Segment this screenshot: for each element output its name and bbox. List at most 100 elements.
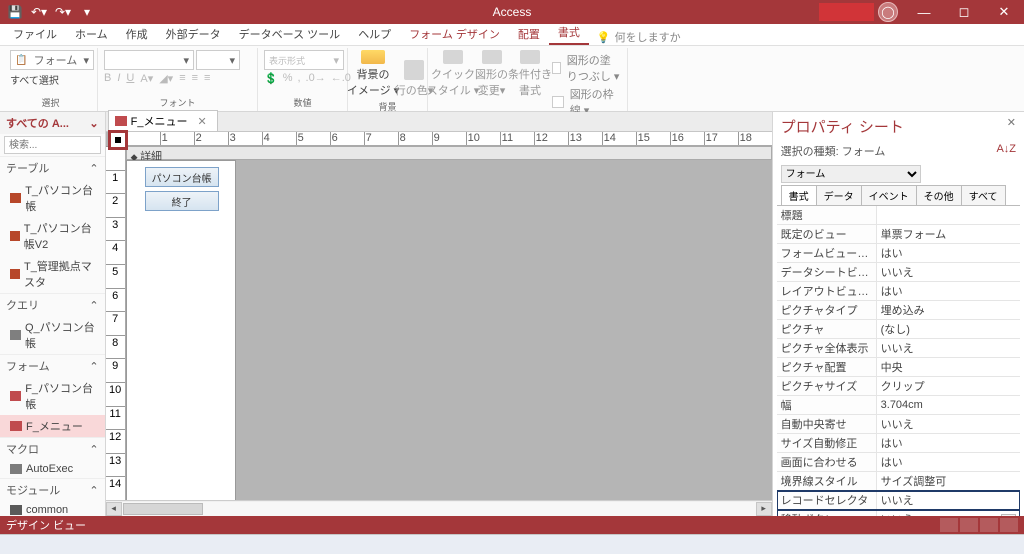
number-format-combo[interactable]: 表示形式▾	[264, 50, 344, 70]
fill-color-icon[interactable]: ◢▾	[159, 72, 173, 85]
property-value[interactable]: いいえ⌄	[877, 510, 1020, 516]
property-value[interactable]: いいえ	[877, 263, 1020, 281]
section-header-detail[interactable]: ◆ 詳細	[126, 146, 772, 160]
prop-tab-event[interactable]: イベント	[861, 185, 917, 205]
align-right-icon[interactable]: ≡	[204, 72, 210, 85]
view-design-icon[interactable]	[1000, 518, 1018, 532]
property-value[interactable]	[877, 206, 1020, 224]
form-button-ledger[interactable]: パソコン台帳	[145, 167, 219, 187]
scroll-thumb[interactable]	[123, 503, 203, 515]
tab-file[interactable]: ファイル	[4, 23, 66, 45]
nav-item-table[interactable]: T_パソコン台帳	[0, 179, 105, 217]
nav-item-form[interactable]: F_メニュー	[0, 415, 105, 437]
user-avatar-icon[interactable]: ◯	[878, 2, 898, 22]
view-layout-icon[interactable]	[980, 518, 998, 532]
minimize-button[interactable]: —	[904, 0, 944, 24]
property-row[interactable]: 画面に合わせるはい	[777, 453, 1020, 472]
horizontal-scrollbar[interactable]: ◂ ▸	[106, 500, 772, 516]
nav-item-table[interactable]: T_パソコン台帳V2	[0, 217, 105, 255]
background-image-button[interactable]: 背景の イメージ ▾	[354, 50, 392, 98]
object-selector-combo[interactable]: フォーム	[781, 165, 921, 183]
tellme-search[interactable]: 💡 何をしますか	[597, 29, 681, 45]
property-row[interactable]: レコードセレクタいいえ	[777, 491, 1020, 510]
font-color-icon[interactable]: A▾	[140, 72, 153, 85]
property-row[interactable]: ピクチャ(なし)	[777, 320, 1020, 339]
property-value[interactable]: いいえ	[877, 415, 1020, 433]
prop-tab-data[interactable]: データ	[816, 185, 862, 205]
property-row[interactable]: 標題	[777, 206, 1020, 225]
property-value[interactable]: サイズ調整可	[877, 472, 1020, 490]
percent-icon[interactable]: %	[283, 72, 293, 85]
shape-fill-button[interactable]: 図形の塗りつぶし ▾	[552, 51, 621, 85]
dropdown-icon[interactable]: ⌄	[1001, 514, 1016, 517]
property-value[interactable]: はい	[877, 453, 1020, 471]
nav-item-query[interactable]: Q_パソコン台帳	[0, 316, 105, 354]
form-button-exit[interactable]: 終了	[145, 191, 219, 211]
prop-tab-format[interactable]: 書式	[781, 185, 817, 205]
currency-icon[interactable]: 💲	[264, 72, 278, 85]
save-icon[interactable]: 💾	[4, 2, 26, 22]
undo-icon[interactable]: ↶▾	[28, 2, 50, 22]
redo-icon[interactable]: ↷▾	[52, 2, 74, 22]
nav-item-form[interactable]: F_パソコン台帳	[0, 377, 105, 415]
comma-icon[interactable]: ,	[297, 72, 300, 85]
tab-format[interactable]: 書式	[549, 21, 589, 45]
prop-tab-other[interactable]: その他	[916, 185, 962, 205]
qat-customize-icon[interactable]: ▾	[76, 2, 98, 22]
change-shape-button[interactable]: 図形の 変更▾	[475, 50, 508, 98]
property-row[interactable]: 既定のビュー単票フォーム	[777, 225, 1020, 244]
quick-styles-button[interactable]: クイック スタイル ▾	[434, 50, 472, 98]
property-value[interactable]: いいえ	[877, 491, 1020, 509]
property-row[interactable]: レイアウトビューの許可はい	[777, 282, 1020, 301]
property-row[interactable]: 自動中央寄せいいえ	[777, 415, 1020, 434]
font-family-combo[interactable]: ▾	[104, 50, 194, 70]
user-account-box[interactable]	[819, 3, 874, 21]
property-row[interactable]: ピクチャ配置中央	[777, 358, 1020, 377]
prop-tab-all[interactable]: すべて	[961, 185, 1006, 205]
close-button[interactable]: ✕	[984, 0, 1024, 24]
form-design-surface[interactable]: ◆ 詳細 パソコン台帳 終了	[126, 146, 772, 500]
property-row[interactable]: データシートビューの許可いいえ	[777, 263, 1020, 282]
tab-database-tools[interactable]: データベース ツール	[230, 23, 350, 45]
tab-arrange[interactable]: 配置	[509, 23, 549, 45]
tab-form-design[interactable]: フォーム デザイン	[400, 23, 509, 45]
property-row[interactable]: フォームビューの許可はい	[777, 244, 1020, 263]
property-value[interactable]: 3.704cm	[877, 396, 1020, 414]
close-panel-icon[interactable]: ✕	[1007, 116, 1016, 137]
select-all-button[interactable]: すべて選択	[10, 72, 59, 87]
nav-group-queries[interactable]: クエリ⌃	[0, 293, 105, 316]
property-row[interactable]: ピクチャサイズクリップ	[777, 377, 1020, 396]
nav-item-macro[interactable]: AutoExec	[0, 460, 105, 478]
nav-group-macros[interactable]: マクロ⌃	[0, 437, 105, 460]
property-row[interactable]: ピクチャタイプ埋め込み	[777, 301, 1020, 320]
nav-search-input[interactable]	[4, 136, 101, 154]
property-value[interactable]: はい	[877, 434, 1020, 452]
chevron-down-icon[interactable]: ⌄	[89, 117, 98, 130]
property-value[interactable]: 中央	[877, 358, 1020, 376]
property-value[interactable]: いいえ	[877, 339, 1020, 357]
view-datasheet-icon[interactable]	[960, 518, 978, 532]
font-size-combo[interactable]: ▾	[196, 50, 240, 70]
bold-icon[interactable]: B	[104, 72, 111, 85]
tab-external-data[interactable]: 外部データ	[157, 23, 230, 45]
scroll-left-icon[interactable]: ◂	[106, 502, 122, 516]
tab-home[interactable]: ホーム	[66, 23, 117, 45]
tab-create[interactable]: 作成	[117, 23, 157, 45]
maximize-button[interactable]: ◻	[944, 0, 984, 24]
nav-group-tables[interactable]: テーブル⌃	[0, 156, 105, 179]
underline-icon[interactable]: U	[126, 72, 134, 85]
nav-item-table[interactable]: T_管理拠点マスタ	[0, 255, 105, 293]
property-row[interactable]: 境界線スタイルサイズ調整可	[777, 472, 1020, 491]
form-selector[interactable]	[108, 130, 128, 150]
view-form-icon[interactable]	[940, 518, 958, 532]
nav-group-modules[interactable]: モジュール⌃	[0, 478, 105, 501]
property-row[interactable]: 移動ボタンいいえ⌄	[777, 510, 1020, 516]
property-value[interactable]: はい	[877, 244, 1020, 262]
property-value[interactable]: (なし)	[877, 320, 1020, 338]
property-value[interactable]: クリップ	[877, 377, 1020, 395]
close-tab-icon[interactable]: ✕	[197, 115, 206, 128]
property-row[interactable]: 幅3.704cm	[777, 396, 1020, 415]
property-value[interactable]: 埋め込み	[877, 301, 1020, 319]
selection-combo[interactable]: 📋 フォーム ▾	[10, 50, 94, 70]
tab-help[interactable]: ヘルプ	[349, 23, 400, 45]
